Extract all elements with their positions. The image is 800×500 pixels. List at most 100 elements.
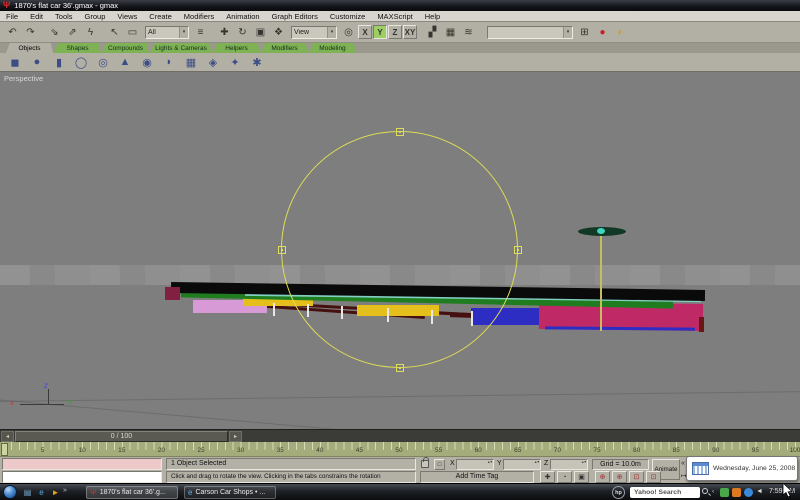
go-to-start-icon[interactable]: « xyxy=(681,460,685,467)
sphere-icon[interactable]: ● xyxy=(26,54,48,71)
use-pivot-center-icon[interactable]: ◎ xyxy=(340,24,357,40)
select-and-scale-icon[interactable]: ▣ xyxy=(252,24,269,40)
taskbar-button-browser[interactable]: e Carson Car Shops • ... xyxy=(184,486,276,499)
selection-lock-icon[interactable] xyxy=(421,457,429,468)
tube-icon[interactable]: ◎ xyxy=(92,54,114,71)
zoom-all-icon[interactable]: ⊕ xyxy=(612,471,627,483)
rectangular-selection-icon[interactable]: ▭ xyxy=(124,24,141,40)
menu-edit[interactable]: Edit xyxy=(24,11,49,22)
axis-constraint-y[interactable]: Y xyxy=(373,25,387,39)
blue-strip[interactable] xyxy=(544,326,696,331)
pan-view-icon[interactable]: ✚ xyxy=(540,471,555,483)
select-object-icon[interactable]: ↖ xyxy=(106,24,123,40)
add-time-tag[interactable]: Add Time Tag xyxy=(420,471,534,483)
menu-animation[interactable]: Animation xyxy=(220,11,265,22)
brake-wheel-hub[interactable] xyxy=(597,228,605,234)
tab-shapes[interactable]: Shapes xyxy=(54,43,101,53)
select-and-move-icon[interactable]: ✚ xyxy=(216,24,233,40)
select-and-manipulate-icon[interactable]: ❖ xyxy=(270,24,287,40)
star-icon[interactable]: ✦ xyxy=(224,54,246,71)
maxscript-listener-output[interactable] xyxy=(2,471,162,483)
tab-helpers[interactable]: Helpers xyxy=(213,43,260,53)
show-desktop-icon[interactable]: ▤ xyxy=(22,487,33,498)
undo-icon[interactable]: ↶ xyxy=(4,24,21,40)
menu-graph-editors[interactable]: Graph Editors xyxy=(266,11,324,22)
previous-frame-button[interactable]: ◂ xyxy=(1,431,14,442)
tab-modeling[interactable]: Modeling xyxy=(309,43,356,53)
chevron-down-icon[interactable]: ▾ xyxy=(327,26,336,38)
box-icon[interactable]: ◼ xyxy=(4,54,26,71)
zoom-icon[interactable]: ⊕ xyxy=(595,471,610,483)
absolute-mode-toggle[interactable]: □ xyxy=(434,459,445,470)
title-bar[interactable]: Ψ 1870's flat car 36'.gmax - gmax xyxy=(0,0,800,11)
stake-1[interactable] xyxy=(273,303,275,316)
menu-maxscript[interactable]: MAXScript xyxy=(371,11,418,22)
torus-icon[interactable]: ◯ xyxy=(70,54,92,71)
cylinder-icon[interactable]: ▮ xyxy=(48,54,70,71)
tray-icon-orange[interactable] xyxy=(732,488,741,497)
menu-file[interactable]: File xyxy=(0,11,24,22)
axis-constraint-xy[interactable]: XY xyxy=(403,25,417,39)
gizmo-handle-right[interactable] xyxy=(514,246,522,254)
time-slider[interactable]: 0 / 100 xyxy=(15,431,228,442)
material-editor-icon[interactable]: ● xyxy=(594,24,611,40)
scatter-icon[interactable]: ✱ xyxy=(246,54,268,71)
zoom-extents-all-icon[interactable]: ⊡ xyxy=(646,471,661,483)
perspective-viewport[interactable]: Perspective x Y z xyxy=(0,72,800,429)
menu-customize[interactable]: Customize xyxy=(324,11,371,22)
zoom-extents-icon[interactable]: ⊡ xyxy=(629,471,644,483)
select-and-link-icon[interactable]: ⇘ xyxy=(46,24,63,40)
axis-constraint-z[interactable]: Z xyxy=(388,25,402,39)
mirror-icon[interactable]: ▞ xyxy=(424,24,441,40)
taskbar-button-gmax[interactable]: Ψ 1870's flat car 36'.g... xyxy=(86,486,178,499)
teapot-icon[interactable]: ◗ xyxy=(158,54,180,71)
schematic-view-icon[interactable]: ⊞ xyxy=(576,24,593,40)
frame-zero-marker[interactable] xyxy=(1,443,8,456)
hedra-icon[interactable]: ◈ xyxy=(202,54,224,71)
tray-icon-green[interactable] xyxy=(720,488,729,497)
geosphere-icon[interactable]: ◉ xyxy=(136,54,158,71)
end-post-maroon[interactable] xyxy=(699,317,704,332)
array-icon[interactable]: ▦ xyxy=(442,24,459,40)
brake-staff[interactable] xyxy=(600,233,602,331)
align-icon[interactable]: ≋ xyxy=(460,24,477,40)
menu-views[interactable]: Views xyxy=(111,11,143,22)
tab-compounds[interactable]: Compounds xyxy=(102,43,149,53)
internet-explorer-icon[interactable]: e xyxy=(36,487,47,498)
chevron-down-icon[interactable]: ▾ xyxy=(563,26,572,38)
plane-icon[interactable]: ▦ xyxy=(180,54,202,71)
menu-tools[interactable]: Tools xyxy=(49,11,79,22)
bind-to-spacewarp-icon[interactable]: ϟ xyxy=(82,24,99,40)
maxscript-listener-input[interactable] xyxy=(2,458,162,470)
menu-create[interactable]: Create xyxy=(143,11,178,22)
coord-x-field[interactable] xyxy=(456,459,494,470)
tray-collapse-chevron[interactable]: ‹ xyxy=(712,488,714,495)
tab-objects[interactable]: Objects xyxy=(6,43,53,53)
end-beam-maroon[interactable] xyxy=(165,287,180,300)
speaker-icon[interactable]: ◄ xyxy=(756,488,763,495)
render-icon[interactable]: ◐ xyxy=(612,24,629,40)
axis-constraint-x[interactable]: X xyxy=(358,25,372,39)
menu-help[interactable]: Help xyxy=(419,11,446,22)
tab-modifiers[interactable]: Modifiers xyxy=(261,43,308,53)
min-max-toggle-icon[interactable]: ▣ xyxy=(574,471,589,483)
start-button[interactable] xyxy=(3,485,17,499)
select-by-name-icon[interactable]: ≡ xyxy=(192,24,209,40)
coord-z-field[interactable] xyxy=(550,459,588,470)
cone-icon[interactable]: ▲ xyxy=(114,54,136,71)
redo-icon[interactable]: ↷ xyxy=(22,24,39,40)
gizmo-handle-bottom[interactable] xyxy=(396,364,404,372)
tab-lights-cameras[interactable]: Lights & Cameras xyxy=(150,43,212,53)
selection-filter-dropdown[interactable]: All ▾ xyxy=(145,25,189,39)
menu-group[interactable]: Group xyxy=(79,11,112,22)
yahoo-search-input[interactable]: Yahoo! Search xyxy=(630,487,700,498)
menu-modifiers[interactable]: Modifiers xyxy=(178,11,220,22)
track-bar[interactable]: 5 10 15 20 25 30 35 40 45 50 55 60 65 70 75 80 85 90 95 100 xyxy=(0,442,800,457)
gizmo-handle-left[interactable] xyxy=(278,246,286,254)
chevron-down-icon[interactable]: ▾ xyxy=(179,26,188,38)
search-icon[interactable] xyxy=(702,488,708,494)
select-and-rotate-icon[interactable]: ↻ xyxy=(234,24,251,40)
arc-rotate-icon[interactable]: ◔ xyxy=(557,471,572,483)
time-slider-track[interactable]: ◂ 0 / 100 ▸ xyxy=(0,429,800,442)
unlink-selection-icon[interactable]: ⇗ xyxy=(64,24,81,40)
